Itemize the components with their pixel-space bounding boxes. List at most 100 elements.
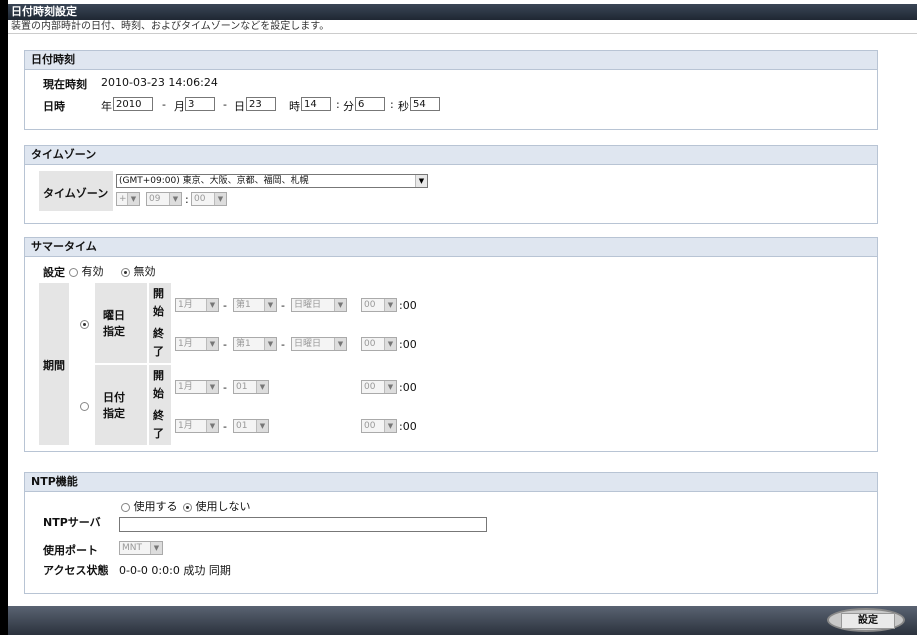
ws-hour-select[interactable]: 00 ▼	[361, 298, 397, 312]
year-input[interactable]: 2010	[113, 97, 153, 111]
month-label: 月	[174, 100, 185, 113]
weekday-start-label-2: 始	[153, 305, 164, 318]
chevron-down-icon: ▼	[384, 299, 396, 311]
date-mode-radio[interactable]	[80, 401, 89, 411]
chevron-down-icon: ▼	[150, 542, 162, 554]
de-month-select[interactable]: 1月 ▼	[175, 419, 219, 433]
ntp-port-select[interactable]: MNT ▼	[119, 541, 163, 555]
sep: -	[281, 338, 285, 351]
we-month-value: 1月	[178, 339, 193, 349]
we-min: :00	[399, 338, 417, 351]
date-end-label-1: 終	[153, 409, 164, 422]
ntp-use-option[interactable]: 使用する	[121, 498, 178, 514]
de-day-value: 01	[236, 421, 248, 431]
chevron-down-icon: ▼	[256, 420, 268, 432]
de-min: :00	[399, 420, 417, 433]
weekday-start-label-1: 開	[153, 287, 164, 300]
chevron-down-icon: ▼	[214, 193, 226, 205]
date-start-label-1: 開	[153, 369, 164, 382]
weekday-end-label-2: 了	[153, 345, 164, 358]
ws-week-select[interactable]: 第1 ▼	[233, 298, 277, 312]
sep: -	[223, 381, 227, 394]
ws-weekday-value: 日曜日	[294, 300, 322, 310]
we-weekday-value: 日曜日	[294, 339, 322, 349]
date-mode-option[interactable]	[80, 399, 89, 412]
weekday-mode-option[interactable]	[80, 317, 89, 330]
page-description: 装置の内部時計の日付、時刻、およびタイムゾーンなどを設定します。	[8, 20, 917, 34]
ntp-server-input[interactable]	[119, 517, 487, 532]
ws-hour-value: 00	[364, 300, 376, 310]
date-mode-label-1: 日付	[103, 391, 125, 404]
ds-day-value: 01	[236, 382, 248, 392]
timezone-select[interactable]: (GMT+09:00) 東京、大阪、京都、福岡、札幌 ▼	[116, 174, 428, 188]
time-colon: :	[390, 98, 394, 111]
ntp-not-use-option[interactable]: 使用しない	[183, 498, 251, 514]
chevron-down-icon: ▼	[264, 338, 276, 350]
ws-month-select[interactable]: 1月 ▼	[175, 298, 219, 312]
sep: -	[223, 299, 227, 312]
ws-min: :00	[399, 299, 417, 312]
timezone-minutes-select[interactable]: 00 ▼	[191, 192, 227, 206]
set-button[interactable]: 設定	[827, 608, 905, 632]
ntp-access-label: アクセス状態	[43, 564, 109, 577]
summer-time-heading: サマータイム	[25, 238, 877, 257]
ntp-not-use-radio[interactable]	[183, 502, 192, 512]
set-button-label: 設定	[841, 613, 895, 629]
de-day-select[interactable]: 01 ▼	[233, 419, 269, 433]
summer-enable-label: 有効	[81, 265, 104, 278]
summer-enable-option[interactable]: 有効	[69, 263, 104, 279]
chevron-down-icon: ▼	[169, 193, 181, 205]
timezone-sign-select[interactable]: + ▼	[116, 192, 140, 206]
ntp-port-label: 使用ポート	[43, 544, 98, 557]
chevron-down-icon: ▼	[206, 338, 218, 350]
chevron-down-icon: ▼	[206, 381, 218, 393]
day-input[interactable]: 23	[246, 97, 276, 111]
we-hour-select[interactable]: 00 ▼	[361, 337, 397, 351]
chevron-down-icon: ▼	[206, 299, 218, 311]
ds-month-select[interactable]: 1月 ▼	[175, 380, 219, 394]
chevron-down-icon: ▼	[334, 299, 346, 311]
ws-weekday-select[interactable]: 日曜日 ▼	[291, 298, 347, 312]
weekday-mode-label-2: 指定	[103, 325, 125, 338]
weekday-mode-radio[interactable]	[80, 319, 89, 329]
ds-day-select[interactable]: 01 ▼	[233, 380, 269, 394]
window-title: 日付時刻設定	[8, 4, 917, 20]
date-label: 日時	[43, 100, 65, 113]
we-month-select[interactable]: 1月 ▼	[175, 337, 219, 351]
month-input[interactable]: 3	[185, 97, 215, 111]
chevron-down-icon: ▼	[384, 381, 396, 393]
ds-min: :00	[399, 381, 417, 394]
second-label: 秒	[398, 100, 409, 113]
we-weekday-select[interactable]: 日曜日 ▼	[291, 337, 347, 351]
timezone-hours-select[interactable]: 09 ▼	[146, 192, 182, 206]
footer-bar	[8, 606, 917, 635]
ntp-section: NTP機能 NTPサーバ 使用する 使用しない 使用ポート MNT ▼ アクセス状…	[24, 472, 878, 594]
weekday-end-label-1: 終	[153, 327, 164, 340]
second-input[interactable]: 54	[410, 97, 440, 111]
tz-colon: :	[185, 193, 189, 206]
ws-month-value: 1月	[178, 300, 193, 310]
summer-enable-radio[interactable]	[69, 267, 78, 277]
ntp-server-label: NTPサーバ	[43, 516, 101, 529]
ds-hour-select[interactable]: 00 ▼	[361, 380, 397, 394]
de-hour-select[interactable]: 00 ▼	[361, 419, 397, 433]
ntp-access-value: 0-0-0 0:0:0 成功 同期	[119, 564, 231, 577]
chevron-down-icon: ▼	[206, 420, 218, 432]
timezone-select-value: (GMT+09:00) 東京、大阪、京都、福岡、札幌	[119, 176, 309, 186]
summer-disable-option[interactable]: 無効	[121, 263, 156, 279]
ntp-use-label: 使用する	[133, 500, 178, 513]
current-time-label: 現在時刻	[43, 78, 87, 91]
minute-input[interactable]: 6	[355, 97, 385, 111]
day-label: 日	[234, 100, 245, 113]
chevron-down-icon: ▼	[384, 420, 396, 432]
year-label: 年	[101, 100, 112, 113]
current-time-value: 2010-03-23 14:06:24	[101, 76, 218, 89]
hour-input[interactable]: 14	[301, 97, 331, 111]
summer-disable-radio[interactable]	[121, 267, 130, 277]
ntp-use-radio[interactable]	[121, 502, 130, 512]
we-week-select[interactable]: 第1 ▼	[233, 337, 277, 351]
timezone-section: タイムゾーン タイムゾーン (GMT+09:00) 東京、大阪、京都、福岡、札幌…	[24, 145, 878, 224]
chevron-down-icon: ▼	[256, 381, 268, 393]
we-week-value: 第1	[236, 339, 251, 349]
timezone-label: タイムゾーン	[43, 187, 109, 200]
